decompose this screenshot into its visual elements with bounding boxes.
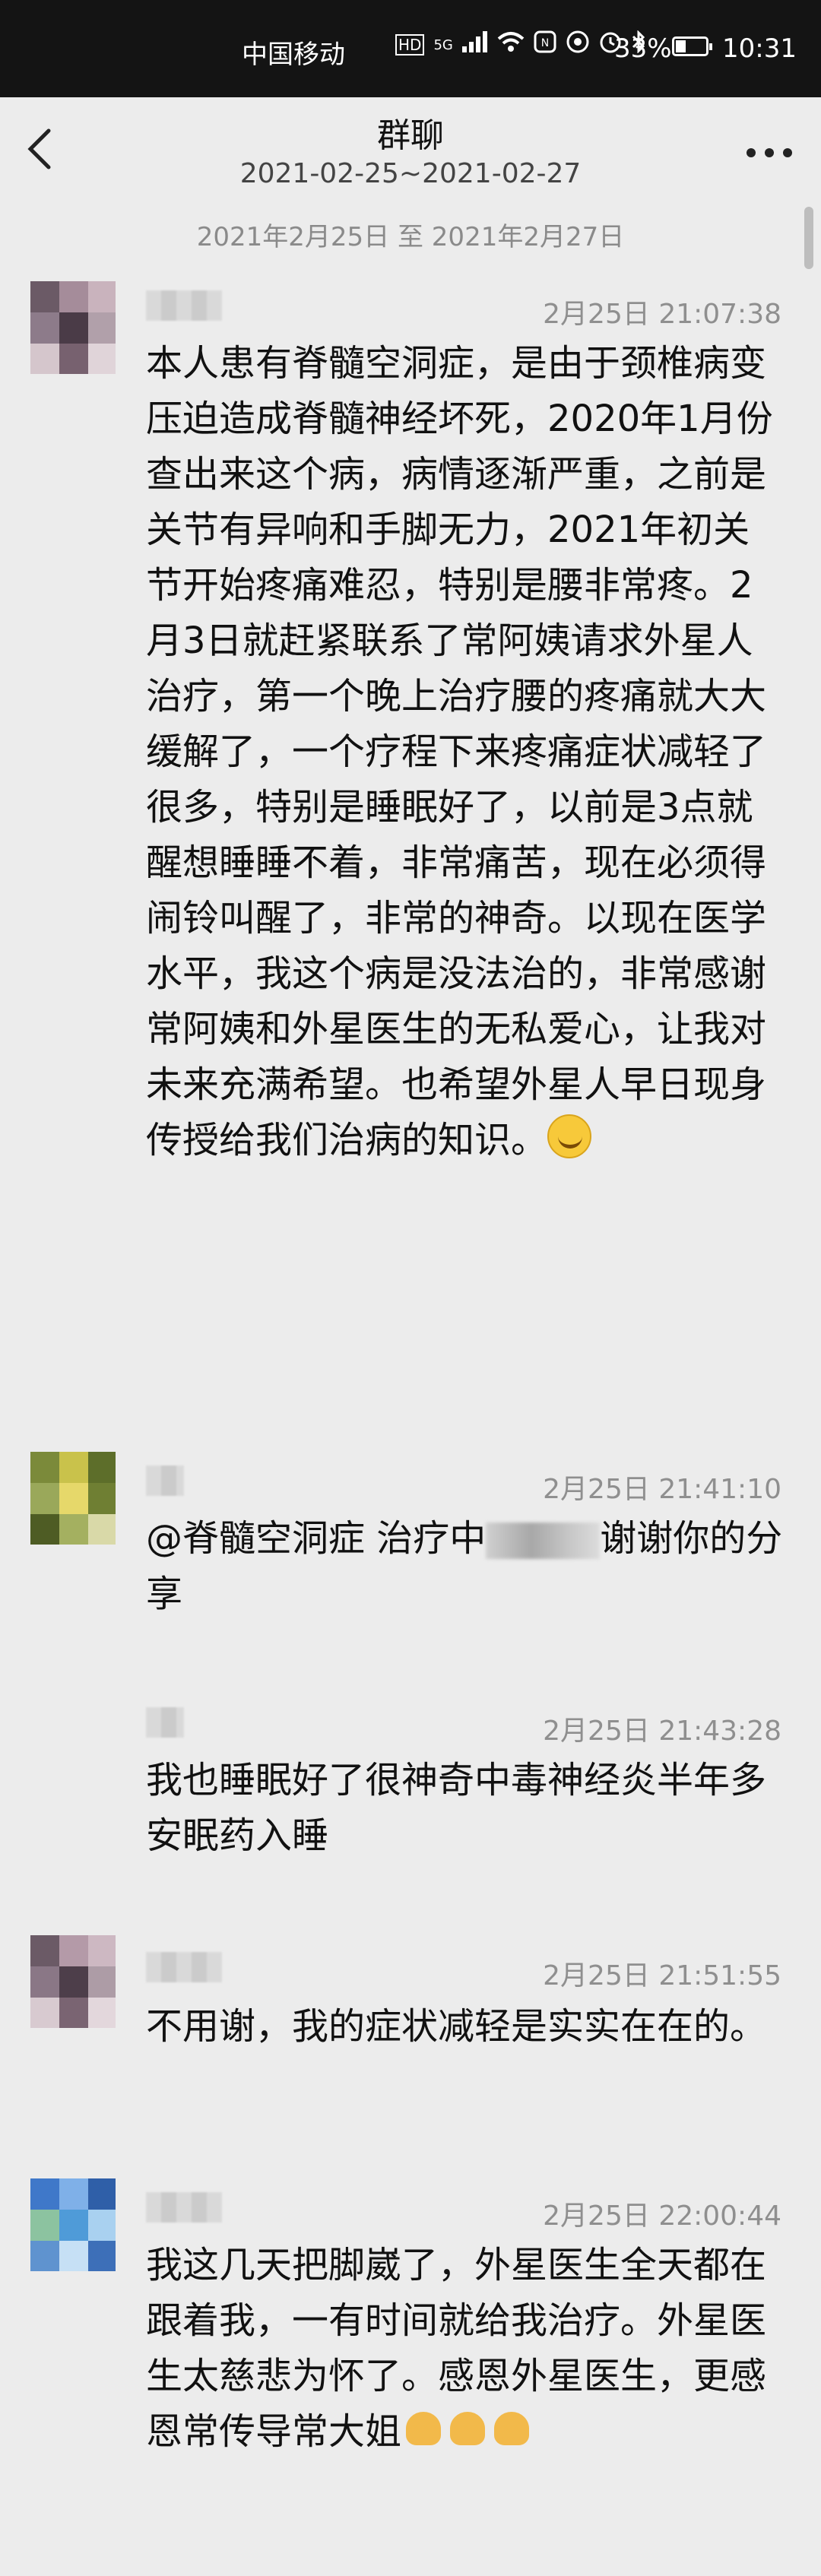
- sender-name-redacted: [146, 2192, 222, 2223]
- more-button[interactable]: [745, 122, 794, 171]
- message-body: 本人患有脊髓空洞症，是由于颈椎病变压迫造成脊髓神经坏死，2020年1月份查出来这…: [146, 342, 773, 1161]
- sender-name-redacted: [146, 1707, 184, 1738]
- date-range-label: 2021年2月25日 至 2021年2月27日: [196, 222, 625, 252]
- message-text: 本人患有脊髓空洞症，是由于颈椎病变压迫造成脊髓神经坏死，2020年1月份查出来这…: [146, 336, 785, 1168]
- avatar[interactable]: [30, 2178, 116, 2271]
- nfc-icon: N: [534, 30, 556, 59]
- wifi-icon: [497, 31, 525, 59]
- sender-name-redacted: [146, 1465, 184, 1496]
- pray-emoji: [445, 2406, 490, 2450]
- avatar[interactable]: [30, 1452, 116, 1545]
- hd-badge: HD: [395, 34, 425, 55]
- battery-percent: 33%: [614, 33, 672, 64]
- message-time: 2月25日 21:07:38: [543, 299, 781, 330]
- clock: 10:31: [722, 33, 797, 64]
- chat-header: 群聊 2021-02-25~2021-02-27: [0, 97, 821, 205]
- carrier-label: 中国移动: [242, 40, 345, 70]
- message-text: 不用谢，我的症状减轻是实实在在的。: [146, 2005, 767, 2048]
- avatar[interactable]: [30, 1935, 116, 2028]
- pray-emoji: [401, 2406, 445, 2450]
- svg-text:N: N: [541, 37, 549, 49]
- network-badge: 5G: [433, 36, 453, 53]
- eye-icon: [566, 30, 590, 59]
- redacted-text: [486, 1522, 601, 1559]
- more-horizontal-icon: [747, 148, 792, 157]
- sender-name-redacted: [146, 1952, 222, 1982]
- message-time: 2月25日 21:51:55: [543, 1960, 781, 1991]
- page-title: 群聊: [377, 116, 444, 155]
- battery-icon: [672, 36, 712, 56]
- message-body-mention: @脊髓空洞症 治疗中: [146, 1517, 487, 1560]
- message-text: 我这几天把脚崴了，外星医生全天都在跟着我，一有时间就给我治疗。外星医生太慈悲为怀…: [146, 2238, 785, 2460]
- message-time: 2月25日 22:00:44: [543, 2201, 781, 2232]
- avatar[interactable]: [30, 281, 116, 374]
- smile-emoji: [547, 1114, 592, 1158]
- sender-name-redacted: [146, 290, 222, 321]
- status-icons: HD 5G N: [395, 30, 646, 59]
- pray-emoji: [490, 2406, 534, 2450]
- status-bar: 中国移动 HD 5G N 33% 10:31: [0, 0, 821, 97]
- scrollbar[interactable]: [804, 207, 813, 269]
- message-text: @脊髓空洞症 治疗中 谢谢你的分享: [146, 1511, 785, 1622]
- message-text: 我也睡眠好了很神奇中毒神经炎半年多安眠药入睡: [146, 1759, 767, 1857]
- page-subtitle: 2021-02-25~2021-02-27: [239, 158, 582, 189]
- signal-icon: [461, 31, 488, 59]
- message-time: 2月25日 21:41:10: [543, 1474, 781, 1505]
- message-time: 2月25日 21:43:28: [543, 1716, 781, 1747]
